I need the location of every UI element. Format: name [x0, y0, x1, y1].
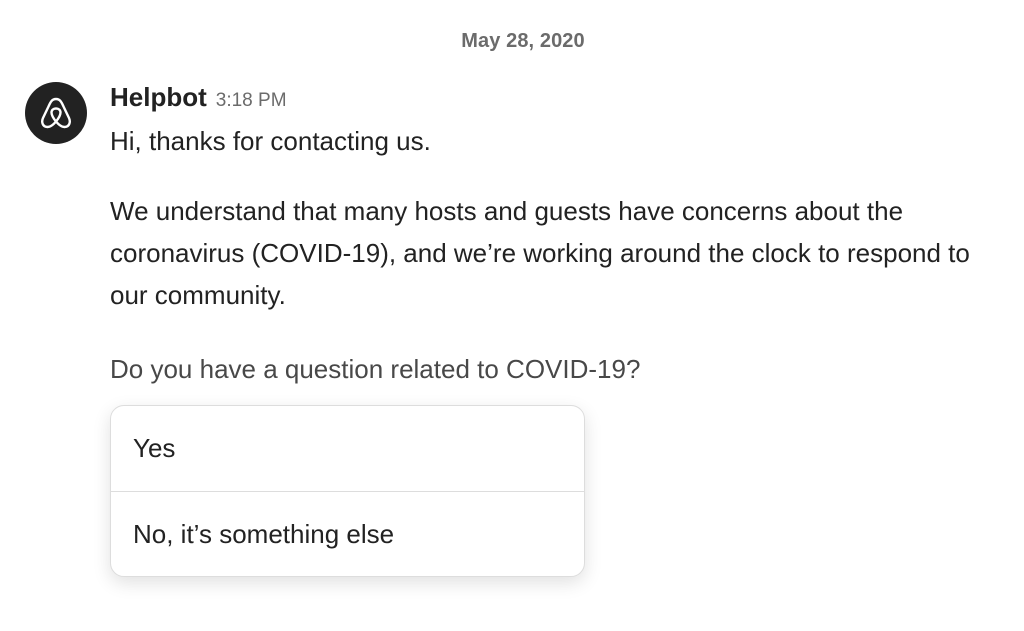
message-timestamp: 3:18 PM — [215, 90, 287, 111]
chat-message: Helpbot 3:18 PM Hi, thanks for contactin… — [110, 82, 1010, 390]
message-paragraph: We understand that many hosts and guests… — [110, 196, 970, 310]
airbnb-logo-icon — [41, 97, 71, 129]
sender-name: Helpbot — [110, 82, 207, 112]
message-question: Do you have a question related to COVID-… — [110, 354, 641, 384]
option-yes-button[interactable]: Yes — [111, 406, 584, 491]
helpbot-avatar — [25, 82, 87, 144]
option-something-else-button[interactable]: No, it’s something else — [111, 491, 584, 576]
quick-reply-options: Yes No, it’s something else — [110, 405, 585, 577]
message-greeting: Hi, thanks for contacting us. — [110, 126, 431, 156]
message-header: Helpbot 3:18 PM — [110, 82, 1010, 118]
date-divider: May 28, 2020 — [461, 30, 585, 52]
